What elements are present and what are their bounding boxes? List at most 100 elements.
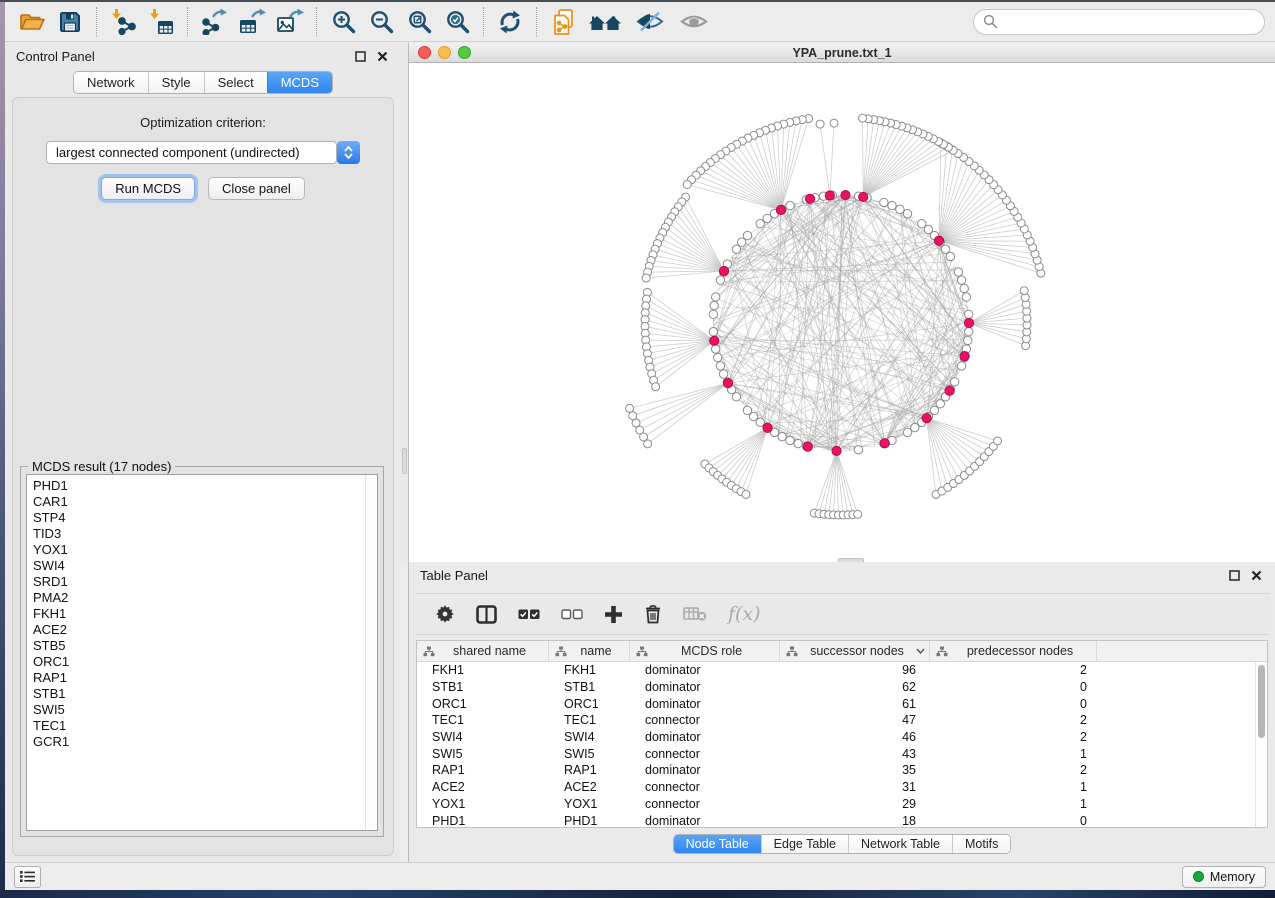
tab-node-table[interactable]: Node Table (674, 835, 761, 853)
network-node[interactable] (965, 310, 973, 318)
mcds-node[interactable] (723, 378, 732, 387)
mcds-node[interactable] (945, 386, 954, 395)
network-node[interactable] (786, 201, 794, 209)
mcds-node[interactable] (776, 205, 785, 214)
criterion-select[interactable]: largest connected component (undirected) (46, 141, 360, 164)
network-node[interactable] (711, 345, 719, 353)
export-image-button[interactable] (274, 6, 306, 38)
mcds-node[interactable] (841, 190, 850, 199)
function-builder-button[interactable]: f(x) (728, 601, 761, 627)
column-header-predecessor-nodes[interactable]: predecessor nodes (930, 641, 1097, 661)
memory-button[interactable]: Memory (1182, 866, 1266, 888)
table-row[interactable]: TEC1TEC1connector472 (417, 712, 1267, 729)
mcds-node[interactable] (964, 318, 973, 327)
result-list-item[interactable]: SWI4 (33, 558, 377, 574)
network-node[interactable] (830, 119, 838, 127)
close-table-panel-button[interactable] (1248, 568, 1264, 584)
network-node[interactable] (946, 252, 954, 260)
mcds-node[interactable] (934, 236, 943, 245)
tab-motifs[interactable]: Motifs (952, 835, 1010, 853)
network-node[interactable] (642, 274, 650, 282)
network-node[interactable] (732, 245, 740, 253)
mcds-node[interactable] (960, 352, 969, 361)
float-table-panel-button[interactable] (1226, 568, 1242, 584)
result-list-item[interactable]: STB5 (33, 638, 377, 654)
network-node[interactable] (716, 276, 724, 284)
task-history-button[interactable] (14, 866, 41, 888)
deselect-all-button[interactable] (561, 601, 583, 627)
vertical-splitter[interactable] (401, 43, 408, 562)
add-row-button[interactable] (604, 601, 623, 627)
network-node[interactable] (711, 293, 719, 301)
network-node[interactable] (778, 432, 786, 440)
network-node[interactable] (962, 293, 970, 301)
open-session-button[interactable] (16, 6, 48, 38)
network-node[interactable] (960, 284, 968, 292)
network-node[interactable] (626, 404, 634, 412)
mcds-node[interactable] (832, 446, 841, 455)
mcds-node[interactable] (922, 414, 931, 423)
network-node[interactable] (709, 310, 717, 318)
network-node[interactable] (714, 353, 722, 361)
table-row[interactable]: RAP1RAP1dominator352 (417, 762, 1267, 779)
network-node[interactable] (950, 378, 958, 386)
network-node[interactable] (794, 439, 802, 447)
mcds-node[interactable] (880, 439, 889, 448)
window-maximize-icon[interactable] (458, 46, 471, 59)
network-node[interactable] (683, 180, 691, 188)
refresh-layout-button[interactable] (494, 6, 526, 38)
tab-select[interactable]: Select (204, 72, 267, 93)
network-node[interactable] (957, 276, 965, 284)
network-node[interactable] (709, 328, 717, 336)
mcds-node[interactable] (859, 192, 868, 201)
tab-network-table[interactable]: Network Table (848, 835, 952, 853)
import-table-button[interactable] (145, 6, 177, 38)
result-list-item[interactable]: PHD1 (33, 478, 377, 494)
select-all-button[interactable] (518, 601, 540, 627)
result-list-item[interactable]: STB1 (33, 686, 377, 702)
table-row[interactable]: FKH1FKH1dominator962 (417, 662, 1267, 679)
close-panel-button[interactable] (374, 49, 390, 65)
network-node[interactable] (964, 336, 972, 344)
splitter-handle[interactable] (402, 448, 407, 474)
export-network-button[interactable] (198, 6, 230, 38)
network-node[interactable] (965, 328, 973, 336)
zoom-selected-button[interactable] (441, 6, 473, 38)
tab-mcds[interactable]: MCDS (267, 72, 332, 93)
mcds-node[interactable] (719, 266, 728, 275)
network-node[interactable] (954, 268, 962, 276)
network-window-titlebar[interactable]: YPA_prune.txt_1 (409, 43, 1275, 63)
result-list-item[interactable]: FKH1 (33, 606, 377, 622)
result-list-item[interactable]: SWI5 (33, 702, 377, 718)
tab-style[interactable]: Style (148, 72, 204, 93)
result-list-item[interactable]: YOX1 (33, 542, 377, 558)
mcds-node[interactable] (763, 423, 772, 432)
network-node[interactable] (710, 301, 718, 309)
network-canvas[interactable] (409, 63, 1275, 562)
delete-table-button[interactable] (683, 601, 707, 627)
network-node[interactable] (859, 114, 867, 122)
table-scrollbar[interactable] (1255, 662, 1267, 827)
network-node[interactable] (903, 428, 911, 436)
save-session-button[interactable] (54, 6, 86, 38)
table-scrollbar-thumb[interactable] (1258, 665, 1265, 738)
network-node[interactable] (880, 198, 888, 206)
close-mcds-panel-button[interactable]: Close panel (208, 177, 305, 200)
mcds-node[interactable] (805, 194, 814, 203)
hide-graphics-details-button[interactable] (631, 6, 669, 38)
network-node[interactable] (652, 383, 660, 391)
mcds-node[interactable] (803, 442, 812, 451)
column-header-shared-name[interactable]: shared name (417, 641, 549, 661)
network-node[interactable] (716, 362, 724, 370)
network-node[interactable] (786, 436, 794, 444)
column-header-successor-nodes[interactable]: successor nodes (780, 641, 930, 661)
zoom-fit-button[interactable] (403, 6, 435, 38)
network-node[interactable] (888, 201, 896, 209)
result-list-item[interactable]: SRD1 (33, 574, 377, 590)
result-list-scrollbar[interactable] (365, 475, 377, 830)
network-node[interactable] (732, 393, 740, 401)
result-list-item[interactable]: ORC1 (33, 654, 377, 670)
network-node[interactable] (854, 446, 862, 454)
table-row[interactable]: SWI5SWI5connector431 (417, 745, 1267, 762)
result-list-item[interactable]: ACE2 (33, 622, 377, 638)
